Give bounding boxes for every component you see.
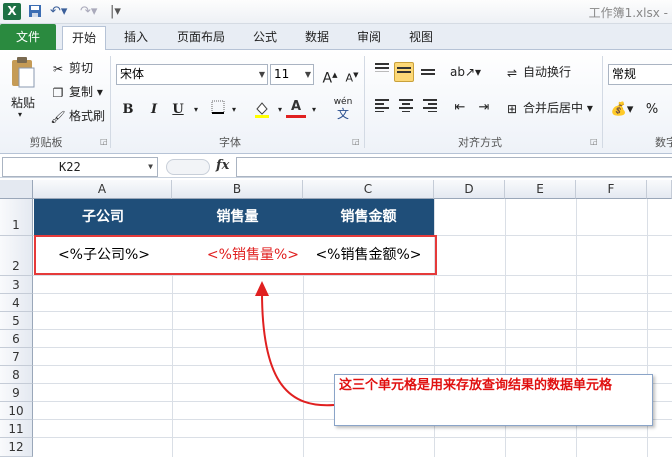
callout-note: 这三个单元格是用来存放查询结果的数据单元格	[334, 374, 653, 426]
